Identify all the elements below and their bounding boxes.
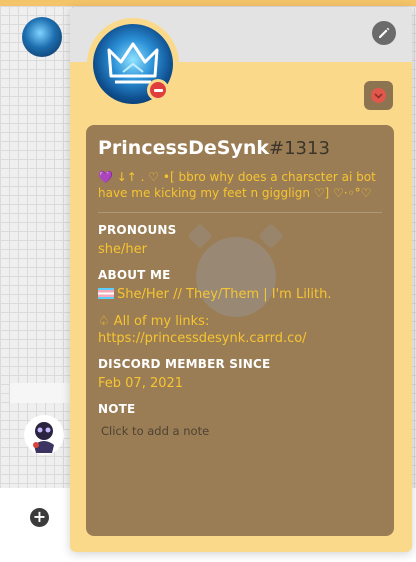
pencil-icon [379,27,390,38]
note-title: NOTE [98,402,136,416]
do-not-disturb-icon [150,82,166,98]
member-avatar[interactable] [22,17,62,57]
transgender-flag-icon [98,288,114,299]
about-me-title: ABOUT ME [98,268,171,282]
character-icon [33,422,54,453]
username: PrincessDeSynk [98,137,269,159]
plus-icon: + [32,507,47,526]
edit-profile-button[interactable] [372,21,396,45]
pronouns-value: she/her [98,242,147,257]
discriminator: #1313 [269,138,330,159]
about-me-line-1: She/Her // They/Them | I'm Lilith. [98,286,382,303]
user-profile-popout: PrincessDeSynk#1313 💜 ↓↑ . ♡ •[ bbro why… [70,7,412,552]
user-name-tag[interactable]: PrincessDeSynk#1313 [98,137,382,159]
profile-body: PrincessDeSynk#1313 💜 ↓↑ . ♡ •[ bbro why… [86,125,394,536]
profile-badge-button[interactable] [364,81,393,110]
divider [98,212,382,213]
member-since-value: Feb 07, 2021 [98,376,184,391]
status-indicator [147,79,169,101]
member-since-title: DISCORD MEMBER SINCE [98,357,271,371]
about-me-line-2: ♤ All of my links: [98,314,210,329]
chat-divider [10,383,70,403]
custom-status: 💜 ↓↑ . ♡ •[ bbro why does a charscter ai… [98,170,376,200]
heart-badge-icon [371,88,386,103]
member-avatar-2[interactable] [24,415,64,455]
pronouns-title: PRONOUNS [98,223,177,237]
profile-link[interactable]: https://princessdesynk.carrd.co/ [98,330,382,347]
note-input[interactable]: Click to add a note [98,424,382,438]
add-attachment-button[interactable]: + [30,508,49,527]
